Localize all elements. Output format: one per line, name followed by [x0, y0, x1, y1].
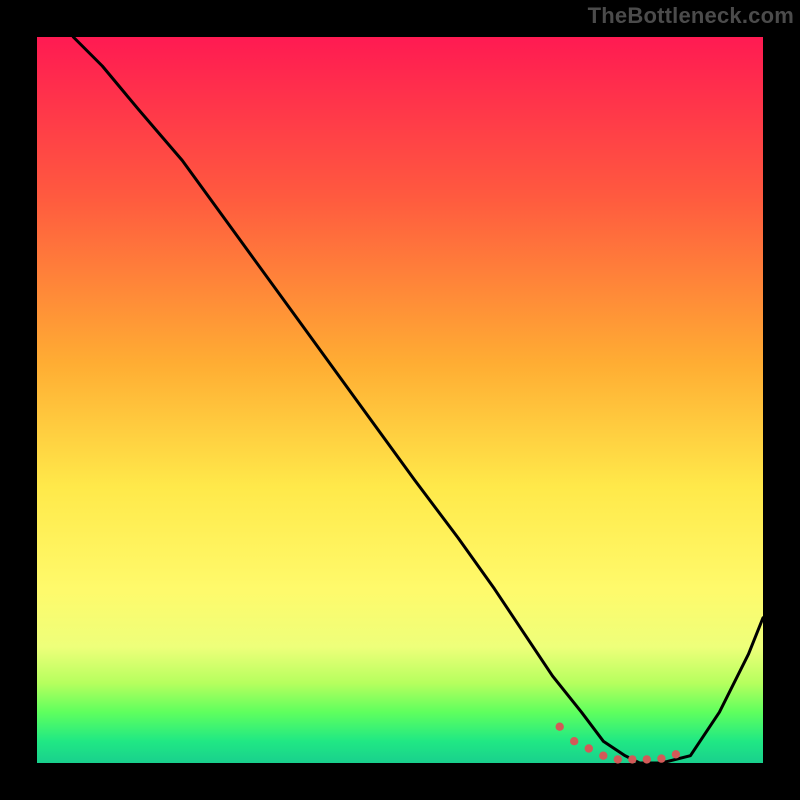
optimal-region-dots [556, 723, 681, 764]
optimal-region-dot [570, 737, 578, 745]
optimal-region-dot [599, 752, 607, 760]
optimal-region-dot [556, 723, 564, 731]
watermark-label: TheBottleneck.com [588, 3, 794, 29]
optimal-region-svg [37, 37, 763, 763]
optimal-region-dot [628, 755, 636, 763]
optimal-region-dot [643, 755, 651, 763]
optimal-region-dot [672, 750, 680, 758]
optimal-region-dot [614, 755, 622, 763]
optimal-region-dot [585, 744, 593, 752]
chart-frame: TheBottleneck.com [0, 0, 800, 800]
optimal-region-dot [657, 754, 665, 762]
